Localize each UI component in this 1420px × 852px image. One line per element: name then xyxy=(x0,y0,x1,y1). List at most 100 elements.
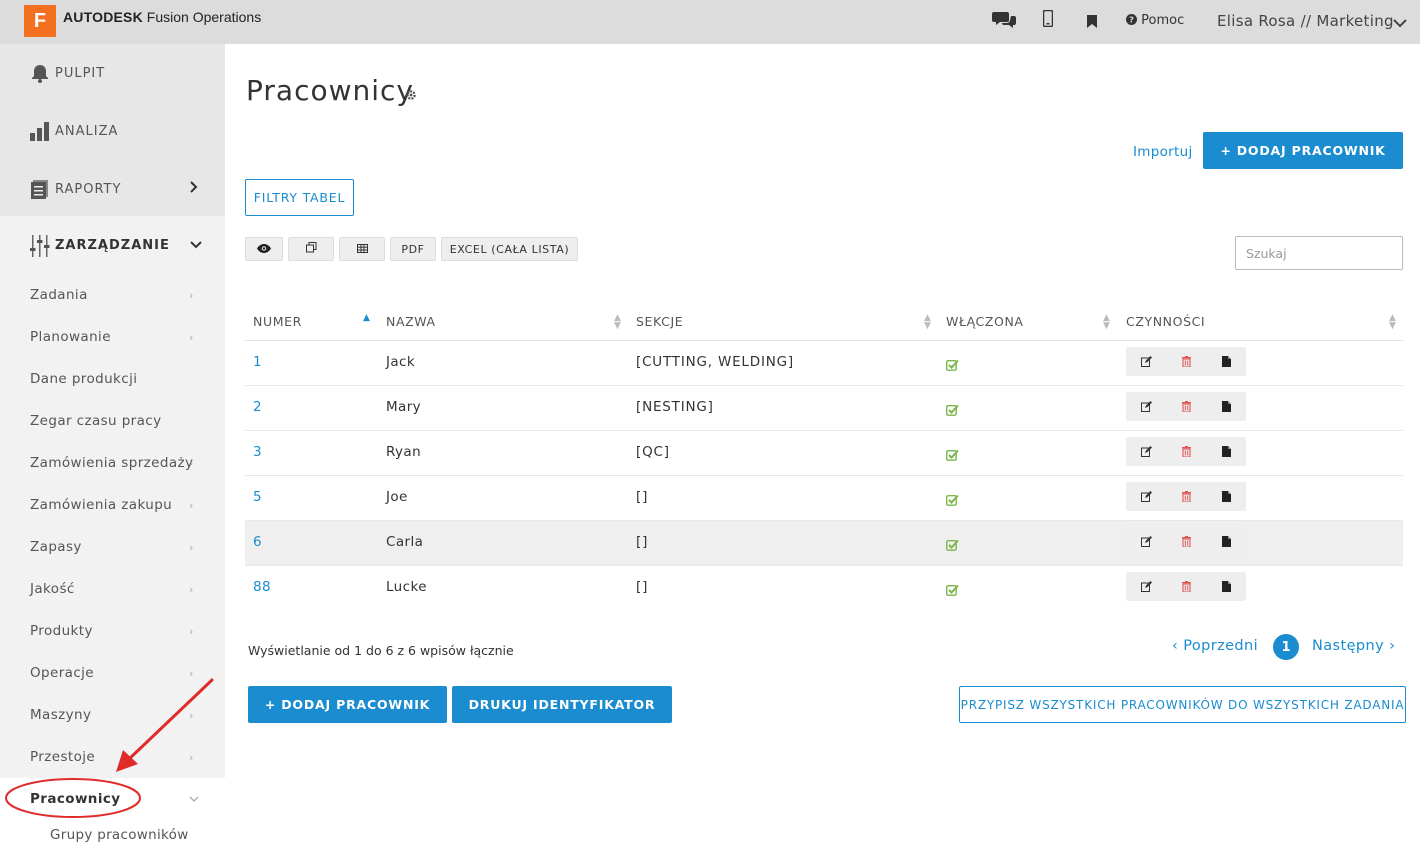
mobile-icon[interactable] xyxy=(1042,9,1054,31)
column-header-numer[interactable]: NUMER xyxy=(253,314,302,329)
reports-icon xyxy=(30,179,50,199)
sidebar-item-dane-produkcji[interactable]: Dane produkcji xyxy=(0,358,225,400)
add-worker-button-top[interactable]: + DODAJ PRACOWNIK xyxy=(1203,132,1403,169)
copy-icon xyxy=(305,242,317,256)
sidebar-item-pulpit[interactable]: PULPIT xyxy=(0,44,225,102)
svg-text:?: ? xyxy=(1129,15,1134,25)
sidebar-item-zamowienia-zakupu[interactable]: Zamówienia zakupu › xyxy=(0,484,225,526)
file-icon[interactable] xyxy=(1219,489,1233,503)
chevron-down-icon[interactable] xyxy=(1393,13,1407,32)
sidebar-item-pracownicy[interactable]: Pracownicy xyxy=(0,778,225,820)
edit-icon[interactable] xyxy=(1139,534,1153,548)
sidebar-item-produkty[interactable]: Produkty › xyxy=(0,610,225,652)
worker-name: Joe xyxy=(386,489,408,505)
chat-icon[interactable] xyxy=(992,10,1016,32)
worker-number-link[interactable]: 3 xyxy=(253,444,262,460)
sidebar-item-label: Operacje xyxy=(30,665,95,681)
column-visibility-button[interactable] xyxy=(245,237,283,261)
trash-icon[interactable] xyxy=(1179,444,1193,458)
edit-icon[interactable] xyxy=(1139,354,1153,368)
sidebar-item-maszyny[interactable]: Maszyny › xyxy=(0,694,225,736)
copy-button[interactable] xyxy=(288,237,334,261)
trash-icon[interactable] xyxy=(1179,534,1193,548)
worker-number-link[interactable]: 88 xyxy=(253,579,271,595)
trash-icon[interactable] xyxy=(1179,399,1193,413)
sidebar-item-zamowienia-sprzedazy[interactable]: Zamówienia sprzedaży › xyxy=(0,442,225,484)
chevron-right-icon xyxy=(190,181,198,197)
sidebar-item-operacje[interactable]: Operacje › xyxy=(0,652,225,694)
worker-number-link[interactable]: 6 xyxy=(253,534,262,550)
edit-icon[interactable] xyxy=(1139,489,1153,503)
table-row: 2 Mary [NESTING] xyxy=(245,386,1403,431)
sort-asc-icon[interactable]: ▲ xyxy=(363,314,370,323)
sort-icon[interactable]: ▲ ▼ xyxy=(614,314,621,331)
sort-icon[interactable]: ▲ ▼ xyxy=(1389,314,1396,331)
chevron-right-icon: › xyxy=(189,288,194,302)
sort-icon[interactable]: ▲ ▼ xyxy=(924,314,931,331)
file-icon[interactable] xyxy=(1219,444,1233,458)
column-header-wlaczona[interactable]: WŁĄCZONA xyxy=(946,314,1024,329)
csv-button[interactable] xyxy=(339,237,385,261)
edit-icon[interactable] xyxy=(1139,579,1153,593)
file-icon[interactable] xyxy=(1219,399,1233,413)
sidebar-item-jakosc[interactable]: Jakość › xyxy=(0,568,225,610)
pagination-next[interactable]: Następny › xyxy=(1312,638,1395,654)
sidebar-item-przestoje[interactable]: Przestoje › xyxy=(0,736,225,778)
sidebar-item-zegar-czasu-pracy[interactable]: Zegar czasu pracy xyxy=(0,400,225,442)
row-actions xyxy=(1126,527,1246,556)
file-icon[interactable] xyxy=(1219,354,1233,368)
import-link[interactable]: Importuj xyxy=(1133,144,1193,160)
sidebar-item-raporty[interactable]: RAPORTY xyxy=(0,160,225,218)
row-actions xyxy=(1126,392,1246,421)
column-header-czynnosci[interactable]: CZYNNOŚCI xyxy=(1126,314,1205,329)
column-header-nazwa[interactable]: NAZWA xyxy=(386,314,436,329)
worker-sections: [NESTING] xyxy=(636,399,714,415)
trash-icon[interactable] xyxy=(1179,579,1193,593)
trash-icon[interactable] xyxy=(1179,489,1193,503)
assign-all-workers-button[interactable]: PRZYPISZ WSZYSTKICH PRACOWNIKÓW DO WSZYS… xyxy=(959,686,1406,723)
chevron-right-icon: › xyxy=(189,456,194,470)
edit-icon[interactable] xyxy=(1139,444,1153,458)
pdf-button[interactable]: PDF xyxy=(390,237,436,261)
bookmark-icon[interactable] xyxy=(1087,13,1097,32)
pagination-page-current[interactable]: 1 xyxy=(1273,634,1299,660)
print-id-button[interactable]: DRUKUJ IDENTYFIKATOR xyxy=(452,686,672,723)
table-row: 6 Carla [] xyxy=(245,521,1403,566)
app-title[interactable]: AUTODESK Fusion Operations xyxy=(63,9,261,25)
user-menu[interactable]: Elisa Rosa // Marketing xyxy=(1217,12,1394,30)
gear-icon[interactable] xyxy=(405,89,417,105)
sidebar-subitem-grupy-pracownikow[interactable]: Grupy pracowników xyxy=(0,816,225,852)
help-link[interactable]: ? Pomoc xyxy=(1126,13,1184,28)
check-square-icon xyxy=(945,491,959,506)
table-filters-button[interactable]: FILTRY TABEL xyxy=(245,179,354,216)
add-worker-button-bottom[interactable]: + DODAJ PRACOWNIK xyxy=(248,686,447,723)
excel-full-list-button[interactable]: EXCEL (CAŁA LISTA) xyxy=(441,237,578,261)
sidebar-item-zarzadzanie[interactable]: ZARZĄDZANIE xyxy=(0,216,225,274)
sidebar-item-planowanie[interactable]: Planowanie › xyxy=(0,316,225,358)
worker-number-link[interactable]: 5 xyxy=(253,489,262,505)
row-actions xyxy=(1126,482,1246,511)
sidebar-subitem-label: Grupy pracowników xyxy=(50,827,189,843)
pagination-previous[interactable]: ‹ Poprzedni xyxy=(1172,638,1258,654)
edit-icon[interactable] xyxy=(1139,399,1153,413)
worker-name: Jack xyxy=(386,354,416,370)
column-header-sekcje[interactable]: SEKCJE xyxy=(636,314,683,329)
chevron-right-icon: › xyxy=(189,330,194,344)
sidebar-item-analiza[interactable]: ANALIZA xyxy=(0,102,225,160)
product-name: Fusion Operations xyxy=(146,9,262,25)
fusion-logo-icon[interactable]: F xyxy=(24,5,56,37)
worker-number-link[interactable]: 2 xyxy=(253,399,262,415)
table-row: 3 Ryan [QC] xyxy=(245,431,1403,476)
sidebar-item-label: Planowanie xyxy=(30,329,111,345)
sidebar-item-zapasy[interactable]: Zapasy › xyxy=(0,526,225,568)
sidebar-item-zadania[interactable]: Zadania › xyxy=(0,274,225,316)
worker-number-link[interactable]: 1 xyxy=(253,354,262,370)
table-row: 5 Joe [] xyxy=(245,476,1403,521)
trash-icon[interactable] xyxy=(1179,354,1193,368)
search-input[interactable] xyxy=(1235,236,1403,270)
file-icon[interactable] xyxy=(1219,534,1233,548)
sort-icon[interactable]: ▲ ▼ xyxy=(1103,314,1110,331)
table-row: 1 Jack [CUTTING, WELDING] xyxy=(245,341,1403,386)
file-icon[interactable] xyxy=(1219,579,1233,593)
brand-name: AUTODESK xyxy=(63,9,143,25)
